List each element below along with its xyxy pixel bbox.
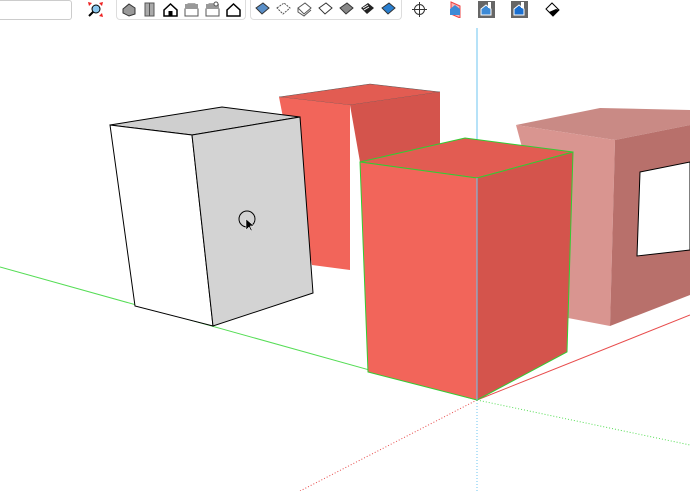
styles-toolbar: [250, 0, 402, 20]
measurements-input[interactable]: [0, 0, 72, 20]
display-section-cuts-icon[interactable]: [478, 1, 495, 18]
shaded-icon[interactable]: [338, 1, 355, 18]
display-section-planes-icon[interactable]: [447, 1, 464, 18]
red-axis-negative: [299, 399, 478, 491]
xray-icon[interactable]: [254, 1, 271, 18]
monochrome-icon[interactable]: [380, 1, 397, 18]
right-view-icon[interactable]: [183, 1, 200, 18]
back-view-icon[interactable]: [204, 1, 221, 18]
green-axis-negative: [476, 399, 690, 446]
paint-bucket-icon[interactable]: [544, 1, 561, 18]
hidden-line-icon[interactable]: [317, 1, 334, 18]
section-plane-icon[interactable]: [411, 1, 428, 18]
wireframe-icon[interactable]: [296, 1, 313, 18]
front-view-icon[interactable]: [162, 1, 179, 18]
left-view-icon[interactable]: [225, 1, 242, 18]
back-edges-icon[interactable]: [275, 1, 292, 18]
model-viewport[interactable]: [0, 20, 690, 491]
shaded-textures-icon[interactable]: [359, 1, 376, 18]
top-view-icon[interactable]: [141, 1, 158, 18]
white-box[interactable]: [109, 106, 314, 327]
toolbar: [0, 0, 690, 20]
iso-view-icon[interactable]: [120, 1, 137, 18]
red-front-box-selected[interactable]: [359, 137, 574, 401]
views-toolbar: [116, 0, 246, 20]
zoom-extents-icon[interactable]: [87, 1, 104, 18]
display-section-fill-icon[interactable]: [511, 1, 528, 18]
